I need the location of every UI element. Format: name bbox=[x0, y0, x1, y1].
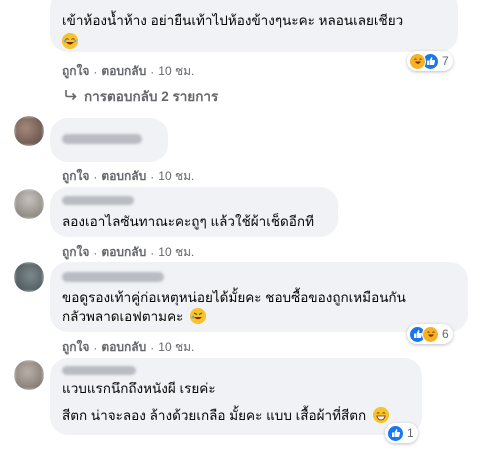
like-link[interactable]: ถูกใจ bbox=[62, 167, 89, 186]
separator: · bbox=[150, 340, 155, 355]
reaction-summary[interactable]: 7 bbox=[407, 51, 453, 71]
comment-text: สีตก น่าจะลอง ล้างด้วยเกลือ มั้ยคะ แบบ เ… bbox=[62, 407, 389, 424]
comment-text: ลองเอาไลซันทาณะคะถูๆ แล้วใช้ผ้าเช็ดอีกที bbox=[62, 214, 314, 229]
like-link[interactable]: ถูกใจ bbox=[62, 62, 89, 81]
separator: · bbox=[93, 64, 98, 79]
comment-actions: ถูกใจ · ตอบกลับ · 10 ชม. bbox=[62, 338, 194, 357]
avatar[interactable] bbox=[14, 262, 44, 292]
like-link[interactable]: ถูกใจ bbox=[62, 338, 89, 357]
reaction-count: 6 bbox=[442, 327, 449, 341]
comment-2: ถูกใจ · ตอบกลับ · 10 ชม. bbox=[0, 110, 493, 185]
comment-text: แวบแรกนึกถึงหนังผี เรยค่ะ bbox=[62, 381, 216, 396]
comment-5: แวบแรกนึกถึงหนังผี เรยค่ะ สีตก น่าจะลอง … bbox=[0, 356, 493, 453]
reply-link[interactable]: ตอบกลับ bbox=[101, 167, 146, 186]
comment-author-name[interactable] bbox=[62, 134, 142, 144]
haha-icon bbox=[422, 325, 439, 343]
comment-4: ขอดูรองเท้าคู่ก่อเหตุหน่อยได้มั้ยคะ ชอบซ… bbox=[0, 258, 493, 358]
comment-emoji-line bbox=[62, 33, 78, 50]
comment-text: กลัวพลาดเอฟตามคะ bbox=[62, 308, 207, 325]
comment-text: เข้าห้องน้ำห้าง อย่ายืนเท้าไปห้องข้างๆนะ… bbox=[62, 13, 404, 28]
view-replies-label: การตอบกลับ 2 รายการ bbox=[84, 89, 219, 104]
comment-actions: ถูกใจ · ตอบกลับ · 10 ชม. bbox=[62, 62, 194, 81]
reply-link[interactable]: ตอบกลับ bbox=[101, 62, 146, 81]
laughing-emoji-icon bbox=[62, 33, 78, 49]
avatar[interactable] bbox=[14, 360, 44, 390]
grin-emoji-icon bbox=[372, 407, 389, 423]
comment-actions: ถูกใจ · ตอบกลับ · 10 ชม. bbox=[62, 167, 194, 186]
comment-author-name[interactable] bbox=[62, 366, 136, 375]
separator: · bbox=[150, 64, 155, 79]
reply-link[interactable]: ตอบกลับ bbox=[101, 338, 146, 357]
separator: · bbox=[150, 169, 155, 184]
rofl-emoji-icon bbox=[190, 308, 207, 324]
comment-author-name[interactable] bbox=[62, 196, 134, 205]
comment-text: ขอดูรองเท้าคู่ก่อเหตุหน่อยได้มั้ยคะ ชอบซ… bbox=[62, 290, 406, 305]
separator: · bbox=[93, 340, 98, 355]
separator: · bbox=[93, 169, 98, 184]
comment-author-name[interactable] bbox=[62, 272, 164, 282]
timestamp[interactable]: 10 ชม. bbox=[158, 338, 194, 357]
reaction-summary[interactable]: 1 bbox=[385, 423, 418, 443]
avatar[interactable] bbox=[14, 189, 44, 219]
comment-1: เข้าห้องน้ำห้าง อย่ายืนเท้าไปห้องข้างๆนะ… bbox=[0, 0, 493, 110]
like-icon bbox=[387, 424, 404, 442]
timestamp[interactable]: 10 ชม. bbox=[158, 62, 194, 81]
reaction-summary[interactable]: 6 bbox=[407, 324, 453, 344]
reaction-count: 7 bbox=[442, 54, 449, 68]
reply-arrow-icon bbox=[64, 89, 78, 104]
reaction-count: 1 bbox=[407, 426, 414, 440]
view-replies-link[interactable]: การตอบกลับ 2 รายการ bbox=[64, 85, 218, 107]
timestamp[interactable]: 10 ชม. bbox=[158, 167, 194, 186]
haha-icon bbox=[409, 52, 426, 70]
avatar[interactable] bbox=[14, 116, 44, 146]
comment-3: ลองเอาไลซันทาณะคะถูๆ แล้วใช้ผ้าเช็ดอีกที… bbox=[0, 185, 493, 260]
